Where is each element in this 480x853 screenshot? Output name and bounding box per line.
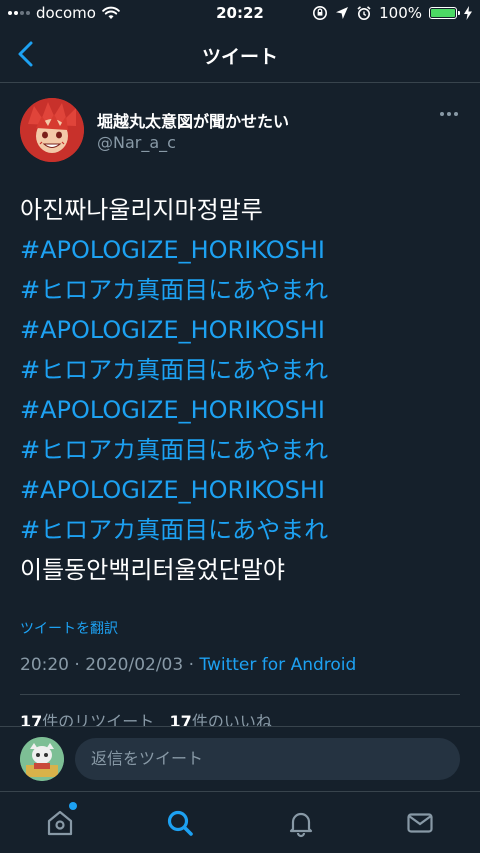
tab-search[interactable] [163,806,197,840]
tweet-text: 아진짜나울리지마정말루 #APOLOGIZE_HORIKOSHI #ヒロアカ真面目に… [20,190,460,590]
author-handle[interactable]: @Nar_a_c [97,133,176,152]
battery-icon [429,7,460,19]
status-bar: docomo 20:22 100% [0,0,480,28]
bottom-tab-bar [0,791,480,853]
bell-icon [289,812,313,838]
tab-messages[interactable] [403,806,437,840]
hashtag-link[interactable]: #ヒロアカ真面目にあやまれ [20,270,460,310]
tweet-source[interactable]: Twitter for Android [199,655,356,675]
home-new-dot [69,802,77,810]
mail-icon [407,813,433,833]
author-display-name[interactable]: 堀越丸太意図が聞かせたい [97,108,289,132]
alarm-icon [357,6,371,20]
status-bar-right: 100% [312,4,472,22]
tweet-timestamp: 20:20 · 2020/02/03 · [20,655,200,675]
tweet-author: 堀越丸太意図が聞かせたい @Nar_a_c [20,98,460,164]
hashtag-link[interactable]: #ヒロアカ真面目にあやまれ [20,510,460,550]
hashtag-link[interactable]: #APOLOGIZE_HORIKOSHI [20,310,460,350]
navigation-bar: ツイート [0,28,480,83]
tweet-stats: 17件のリツイート 17件のいいね [20,708,460,728]
hashtag-link[interactable]: #ヒロアカ真面目にあやまれ [20,430,460,470]
tab-home[interactable] [43,802,77,840]
translate-tweet-link[interactable]: ツイートを翻訳 [20,618,118,638]
tweet-meta: 20:20 · 2020/02/03 · Twitter for Android [20,655,460,675]
charging-bolt-icon [464,6,472,20]
tweet-detail-screen: docomo 20:22 100% ツイート 堀越丸太意図が聞かせたい @Nar… [0,0,480,853]
avatar-illustration [20,98,84,162]
location-arrow-icon [336,7,349,19]
hashtag-link[interactable]: #APOLOGIZE_HORIKOSHI [20,470,460,510]
tab-notifications[interactable] [284,806,318,840]
home-icon [47,810,73,836]
battery-percent: 100% [379,4,422,22]
hashtag-link[interactable]: #ヒロアカ真面目にあやまれ [20,350,460,390]
tweet-text-line: 아진짜나울리지마정말루 [20,196,263,224]
reply-bar: 返信をツイート [0,726,480,792]
more-options-icon[interactable] [440,112,458,116]
page-title: ツイート [201,46,278,68]
user-avatar[interactable] [20,737,64,781]
reply-input[interactable]: 返信をツイート [75,738,460,780]
tweet-text-line: 이틀동안백리터울었단말야 [20,556,285,584]
hashtag-link[interactable]: #APOLOGIZE_HORIKOSHI [20,390,460,430]
author-avatar[interactable] [20,98,84,162]
rotation-lock-icon [313,6,328,20]
user-avatar-illustration [20,737,64,781]
search-icon [167,810,193,836]
divider [20,694,460,695]
hashtag-link[interactable]: #APOLOGIZE_HORIKOSHI [20,230,460,270]
